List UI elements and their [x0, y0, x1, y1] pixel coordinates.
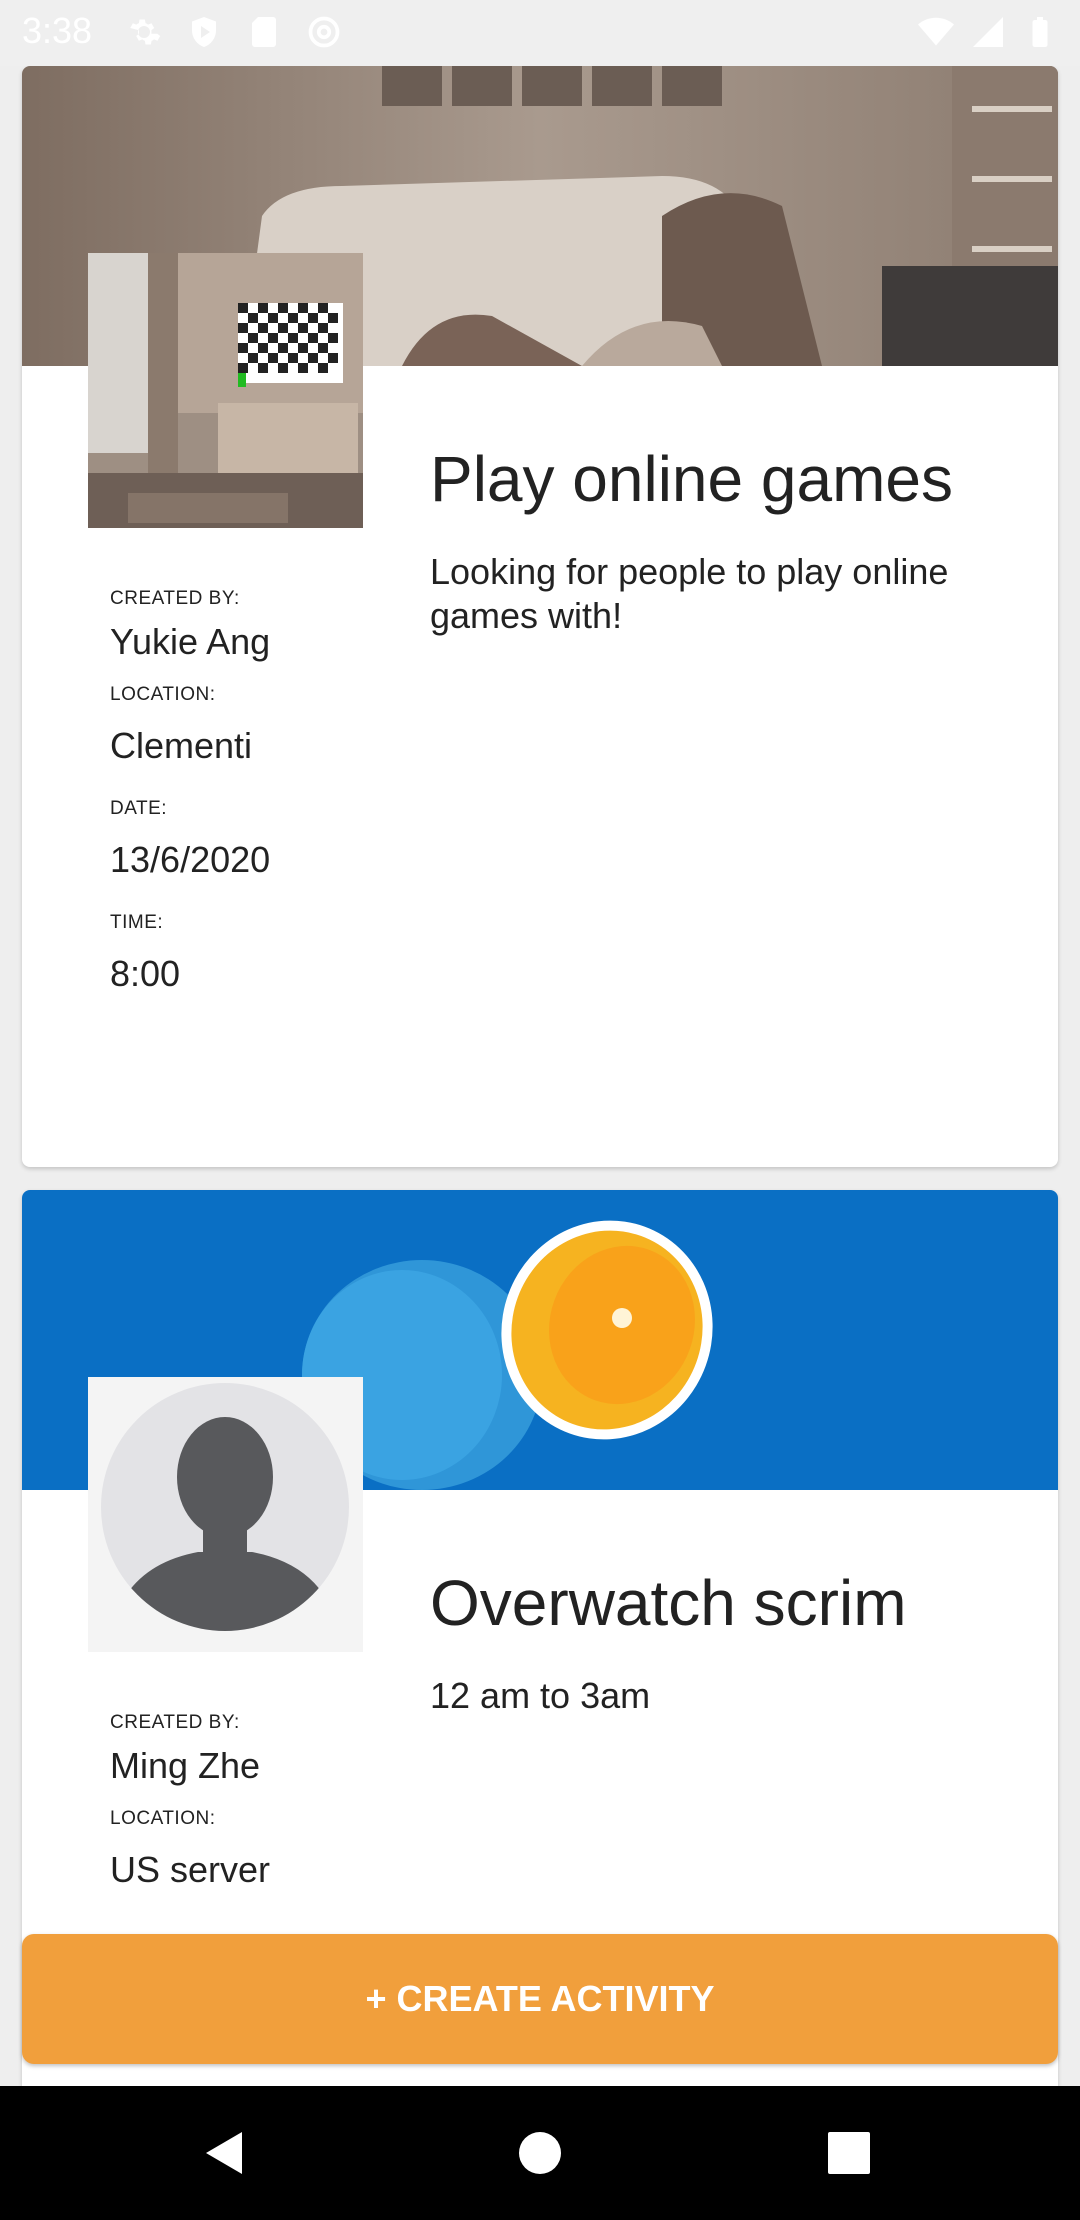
created-by-value: Yukie Ang — [110, 621, 271, 662]
location-value: US server — [110, 1849, 271, 1890]
activity-feed[interactable]: CREATED BY: Yukie Ang LOCATION: Clementi… — [0, 66, 1080, 2086]
activity-description: 12 am to 3am — [430, 1675, 651, 1716]
created-by-value: Ming Zhe — [110, 1745, 261, 1786]
time-value: 8:00 — [110, 953, 181, 994]
signal-icon — [973, 17, 1003, 47]
location-label: LOCATION: — [110, 684, 216, 705]
recent-apps-icon[interactable] — [816, 2120, 882, 2186]
status-bar: 3:38 — [0, 0, 1080, 66]
sd-card-icon — [252, 17, 276, 47]
activity-thumbnail-image — [88, 253, 363, 528]
activity-meta: CREATED BY: Yukie Ang LOCATION: Clementi… — [110, 586, 390, 1024]
date-label: DATE: — [110, 798, 168, 819]
activity-title: Overwatch scrim — [430, 1567, 907, 1639]
activity-title: Play online games — [430, 443, 953, 515]
gear-icon — [130, 19, 161, 45]
time-label: TIME: — [110, 912, 164, 933]
created-by-label: CREATED BY: — [110, 588, 240, 609]
activity-meta: CREATED BY: Ming Zhe LOCATION: US server — [110, 1710, 390, 1920]
avatar — [88, 1377, 363, 1652]
activity-description: Looking for people to play online games … — [430, 551, 949, 636]
wifi-icon — [918, 17, 954, 46]
back-icon[interactable] — [192, 2120, 258, 2186]
status-time: 3:38 — [22, 10, 93, 51]
create-activity-button[interactable]: + CREATE ACTIVITY — [22, 1934, 1058, 2064]
battery-icon — [1032, 17, 1048, 47]
location-label: LOCATION: — [110, 1808, 216, 1829]
location-value: Clementi — [110, 725, 253, 766]
created-by-label: CREATED BY: — [110, 1712, 240, 1733]
play-protect-icon — [192, 17, 216, 47]
activity-card[interactable]: CREATED BY: Yukie Ang LOCATION: Clementi… — [22, 66, 1058, 1167]
date-value: 13/6/2020 — [110, 839, 271, 880]
status-icons-left — [126, 14, 342, 50]
status-icons-right — [918, 14, 1058, 50]
home-icon[interactable] — [507, 2120, 573, 2186]
navigation-bar — [0, 2086, 1080, 2220]
at-sign-icon — [308, 16, 340, 48]
